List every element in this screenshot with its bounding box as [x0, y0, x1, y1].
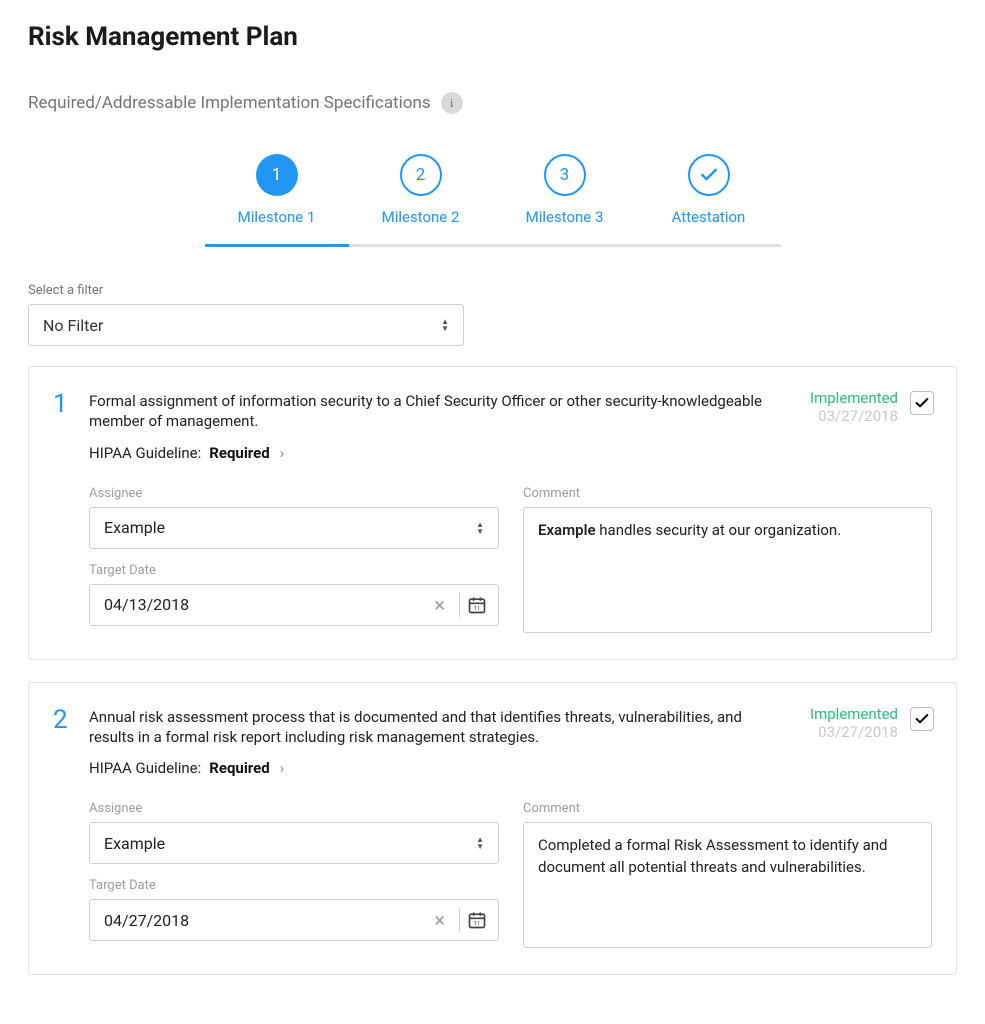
guideline-label: HIPAA Guideline:: [89, 444, 201, 462]
risk-item-card: Implemented 03/27/2018 2 Annual risk ass…: [28, 682, 957, 976]
guideline-value: Required: [209, 759, 269, 777]
filter-label: Select a filter: [28, 283, 957, 298]
comment-textarea[interactable]: Example handles security at our organiza…: [523, 507, 932, 633]
item-number: 1: [53, 391, 73, 417]
svg-text:11: 11: [474, 606, 481, 612]
step-milestone-2[interactable]: 2 Milestone 2: [349, 154, 493, 226]
comment-textarea[interactable]: Completed a formal Risk Assessment to id…: [523, 822, 932, 948]
implemented-checkbox[interactable]: [910, 707, 934, 731]
check-icon: [688, 154, 730, 196]
page-title: Risk Management Plan: [28, 22, 957, 52]
chevron-right-icon: ›: [280, 759, 285, 777]
assignee-value: Example: [104, 518, 165, 537]
stepper: 1 Milestone 1 2 Milestone 2 3 Milestone …: [205, 154, 781, 247]
status-date: 03/27/2018: [810, 723, 898, 741]
step-attestation[interactable]: Attestation: [637, 154, 781, 226]
risk-item-card: Implemented 03/27/2018 1 Formal assignme…: [28, 366, 957, 660]
step-milestone-3[interactable]: 3 Milestone 3: [493, 154, 637, 226]
status-block: Implemented 03/27/2018: [810, 389, 934, 425]
clear-icon[interactable]: ×: [426, 908, 453, 932]
assignee-label: Assignee: [89, 801, 499, 816]
step-circle: 1: [256, 154, 298, 196]
separator: [459, 593, 460, 617]
comment-text: Completed a formal Risk Assessment to id…: [538, 836, 888, 876]
target-date-value: 04/13/2018: [104, 595, 426, 614]
sort-icon: ▲▼: [476, 521, 484, 535]
assignee-select[interactable]: Example ▲▼: [89, 822, 499, 864]
item-number: 2: [53, 707, 73, 733]
clear-icon[interactable]: ×: [426, 593, 453, 617]
stepper-progress: [205, 244, 781, 247]
separator: [459, 908, 460, 932]
status-date: 03/27/2018: [810, 407, 898, 425]
step-label: Milestone 2: [382, 208, 460, 226]
subtitle: Required/Addressable Implementation Spec…: [28, 93, 431, 113]
guideline-label: HIPAA Guideline:: [89, 759, 201, 777]
comment-text: handles security at our organization.: [596, 521, 842, 539]
item-description: Formal assignment of information securit…: [89, 391, 779, 432]
sort-icon: ▲▼: [441, 318, 449, 332]
info-icon[interactable]: i: [441, 92, 463, 114]
guideline-row[interactable]: HIPAA Guideline: Required ›: [89, 759, 932, 777]
target-date-label: Target Date: [89, 878, 499, 893]
status-label: Implemented: [810, 389, 898, 407]
status-label: Implemented: [810, 705, 898, 723]
step-label: Attestation: [672, 208, 746, 226]
step-label: Milestone 1: [238, 208, 316, 226]
comment-label: Comment: [523, 486, 932, 501]
sort-icon: ▲▼: [476, 836, 484, 850]
filter-select[interactable]: No Filter ▲▼: [28, 304, 464, 346]
calendar-icon[interactable]: 11: [466, 909, 488, 931]
assignee-value: Example: [104, 834, 165, 853]
assignee-label: Assignee: [89, 486, 499, 501]
guideline-row[interactable]: HIPAA Guideline: Required ›: [89, 444, 932, 462]
step-circle: 3: [544, 154, 586, 196]
comment-label: Comment: [523, 801, 932, 816]
assignee-select[interactable]: Example ▲▼: [89, 507, 499, 549]
item-description: Annual risk assessment process that is d…: [89, 707, 779, 748]
step-label: Milestone 3: [526, 208, 604, 226]
step-milestone-1[interactable]: 1 Milestone 1: [205, 154, 349, 226]
svg-text:11: 11: [474, 921, 481, 927]
step-circle: 2: [400, 154, 442, 196]
target-date-field[interactable]: 04/27/2018 × 11: [89, 899, 499, 941]
target-date-value: 04/27/2018: [104, 911, 426, 930]
filter-value: No Filter: [43, 316, 103, 335]
guideline-value: Required: [209, 444, 269, 462]
status-block: Implemented 03/27/2018: [810, 705, 934, 741]
subtitle-row: Required/Addressable Implementation Spec…: [28, 92, 957, 114]
target-date-label: Target Date: [89, 563, 499, 578]
filter-block: Select a filter No Filter ▲▼: [28, 283, 957, 346]
implemented-checkbox[interactable]: [910, 391, 934, 415]
comment-bold: Example: [538, 521, 596, 539]
target-date-field[interactable]: 04/13/2018 × 11: [89, 584, 499, 626]
chevron-right-icon: ›: [280, 444, 285, 462]
calendar-icon[interactable]: 11: [466, 594, 488, 616]
